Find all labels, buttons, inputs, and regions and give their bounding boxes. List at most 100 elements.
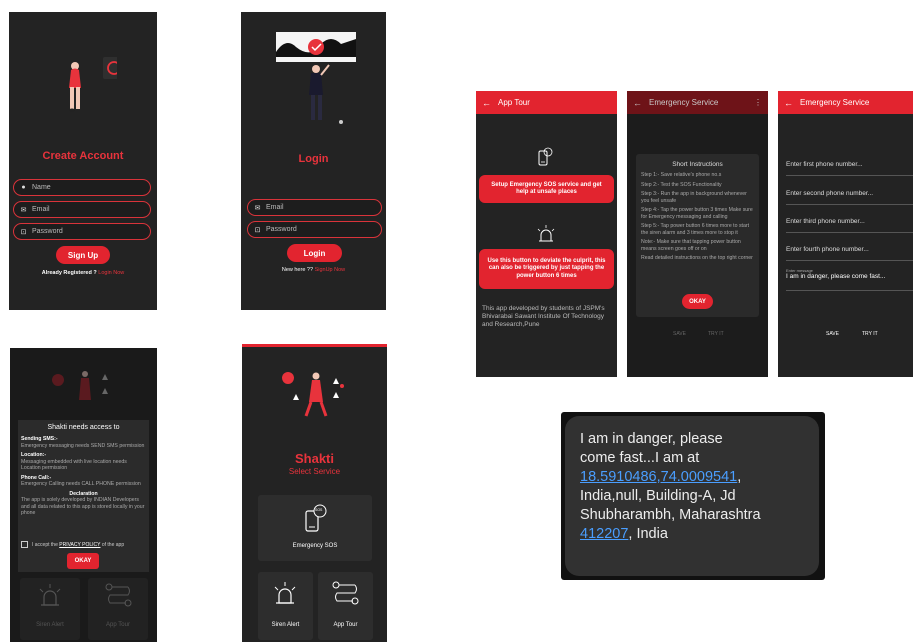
person-illustration [52,371,108,400]
page-title: Login [298,153,329,165]
phone-field-3[interactable]: Enter third phone number... [786,210,913,233]
create-account-screen: Create Account ● Name ✉ Email ⊡ Password… [9,12,157,310]
siren-label: Siren Alert [36,622,64,628]
try-button[interactable]: TRY IT [708,331,724,337]
permissions-screen: Shakti needs access to Sending SMS:- Eme… [10,348,157,642]
lock-icon: ⊡ [254,226,261,234]
email-placeholder: Email [32,206,50,213]
sms-line: India,null, Building-A, Jd [580,488,736,504]
app-bar: ← Emergency Service [778,91,913,114]
siren-icon [39,584,61,606]
sms-panel: I am in danger, please come fast...I am … [561,412,825,580]
page-title: Create Account [42,150,124,162]
instructions-screen: ← Emergency Service ⋮ Short Instructions… [627,91,768,377]
password-placeholder: Password [266,226,297,233]
signup-prompt: New here ?? SignUp Now [241,267,386,273]
pincode-link[interactable]: 412207 [580,526,628,542]
phone-sos-icon [538,147,553,166]
siren-info-card[interactable]: Use this button to deviate the culprit, … [479,249,614,289]
login-button[interactable]: Login [287,244,342,262]
permissions-dialog: Shakti needs access to Sending SMS:- Eme… [18,420,149,572]
app-bar: ← App Tour [476,91,617,114]
phone-field-2[interactable]: Enter second phone number... [786,182,913,205]
dialog-title: Shakti needs access to [47,424,120,431]
app-tour-card[interactable]: App Tour [318,572,373,640]
person-illustration [276,32,356,124]
emergency-form-screen: ← Emergency Service Enter first phone nu… [778,91,913,377]
name-field[interactable]: ● Name [13,179,151,196]
person-illustration [69,57,117,112]
privacy-policy-link[interactable]: PRIVACY POLICY [59,542,100,548]
coordinates-link[interactable]: 18.5910486,74.0009541 [580,469,737,485]
person-illustration [282,372,344,417]
step-item: Step 2:- Test the SOS Functionality [641,181,722,188]
message-field[interactable]: Enter message I am in danger, please com… [786,268,913,291]
okay-button[interactable]: OKAY [682,294,713,309]
phone-field-1[interactable]: Enter first phone number... [786,153,913,176]
accept-row: I accept the PRIVACY POLICY of the app [21,541,124,548]
email-placeholder: Email [266,204,284,211]
password-field[interactable]: ⊡ Password [247,221,382,238]
tour-label: App Tour [106,622,130,628]
steps-list: Step 1:- Save relative's phone no.s Step… [641,172,756,262]
email-field[interactable]: ✉ Email [247,199,382,216]
back-arrow-icon[interactable]: ← [482,98,498,108]
save-button[interactable]: SAVE [673,331,686,337]
sms-line: come fast...I am at [580,450,700,466]
app-tour-card[interactable]: App Tour [88,578,148,640]
sms-text: Emergency messaging needs SEND SMS permi… [21,442,145,449]
permission-details: Sending SMS:- Emergency messaging needs … [21,436,146,517]
lock-icon: ⊡ [20,228,27,236]
email-field[interactable]: ✉ Email [13,201,151,218]
sms-line: 412207, India [580,525,761,544]
app-bar-title: Emergency Service [800,98,870,107]
developer-credit: This app developed by students of JSPM's… [482,305,605,328]
back-arrow-icon[interactable]: ← [784,98,800,108]
flow-icon [105,583,132,607]
siren-icon [537,225,555,242]
person-icon: ● [21,184,26,191]
try-button[interactable]: TRY IT [862,331,878,337]
phone-field-4[interactable]: Enter fourth phone number... [786,238,913,261]
accept-checkbox[interactable] [21,541,28,548]
app-tour-screen: ← App Tour Setup Emergency SOS service a… [476,91,617,377]
emergency-sos-card[interactable]: SOS Emergency SOS [258,495,372,561]
app-title: Shakti [294,451,334,466]
instructions-dialog: Short Instructions Step 1:- Save relativ… [636,154,759,317]
signup-link[interactable]: SignUp Now [315,267,346,273]
siren-alert-card[interactable]: Siren Alert [20,578,80,640]
sms-line: 18.5910486,74.0009541, [580,468,761,487]
home-screen: Shakti Select Service SOS Emergency SOS … [242,344,387,642]
password-field[interactable]: ⊡ Password [13,223,151,240]
more-vert-icon[interactable]: ⋮ [754,98,762,107]
sos-label: Emergency SOS [292,543,338,549]
step-item: Read detailed instructions on the top ri… [641,255,753,261]
step-item: Note:- Make sure that tapping power butt… [641,239,741,252]
top-accent [242,344,387,347]
sms-country: , India [628,526,668,542]
tour-label: App Tour [333,622,358,628]
accept-prefix: I accept the [32,541,58,548]
already-text: Already Registered ? [41,270,97,276]
name-placeholder: Name [32,184,51,191]
siren-alert-card[interactable]: Siren Alert [258,572,313,640]
step-item: Step 1:- Save relative's phone no.s [641,172,722,178]
step-item: Step 3:- Run the app in background whene… [641,191,747,204]
login-link[interactable]: Login Now [98,270,124,276]
signup-button[interactable]: Sign Up [56,246,110,264]
sms-comma: , [737,469,742,485]
sms-text: I am in danger, please come fast...I am … [580,430,761,544]
sos-info-card[interactable]: Setup Emergency SOS service and get help… [479,175,614,203]
app-bar: ← Emergency Service ⋮ [627,91,768,114]
sos-badge: SOS [315,508,323,512]
save-button[interactable]: SAVE [826,331,839,337]
email-board [103,57,117,79]
app-bar-title: App Tour [498,98,530,107]
okay-button[interactable]: OKAY [67,553,99,569]
login-screen: Login ✉ Email ⊡ Password Login New here … [241,12,386,310]
accept-suffix: of the app [101,541,125,548]
sms-line: Shubharambh, Maharashtra [580,507,761,523]
location-text: Messaging embedded with live location ne… [21,458,127,472]
back-arrow-icon[interactable]: ← [633,98,649,108]
flow-icon [332,581,359,605]
